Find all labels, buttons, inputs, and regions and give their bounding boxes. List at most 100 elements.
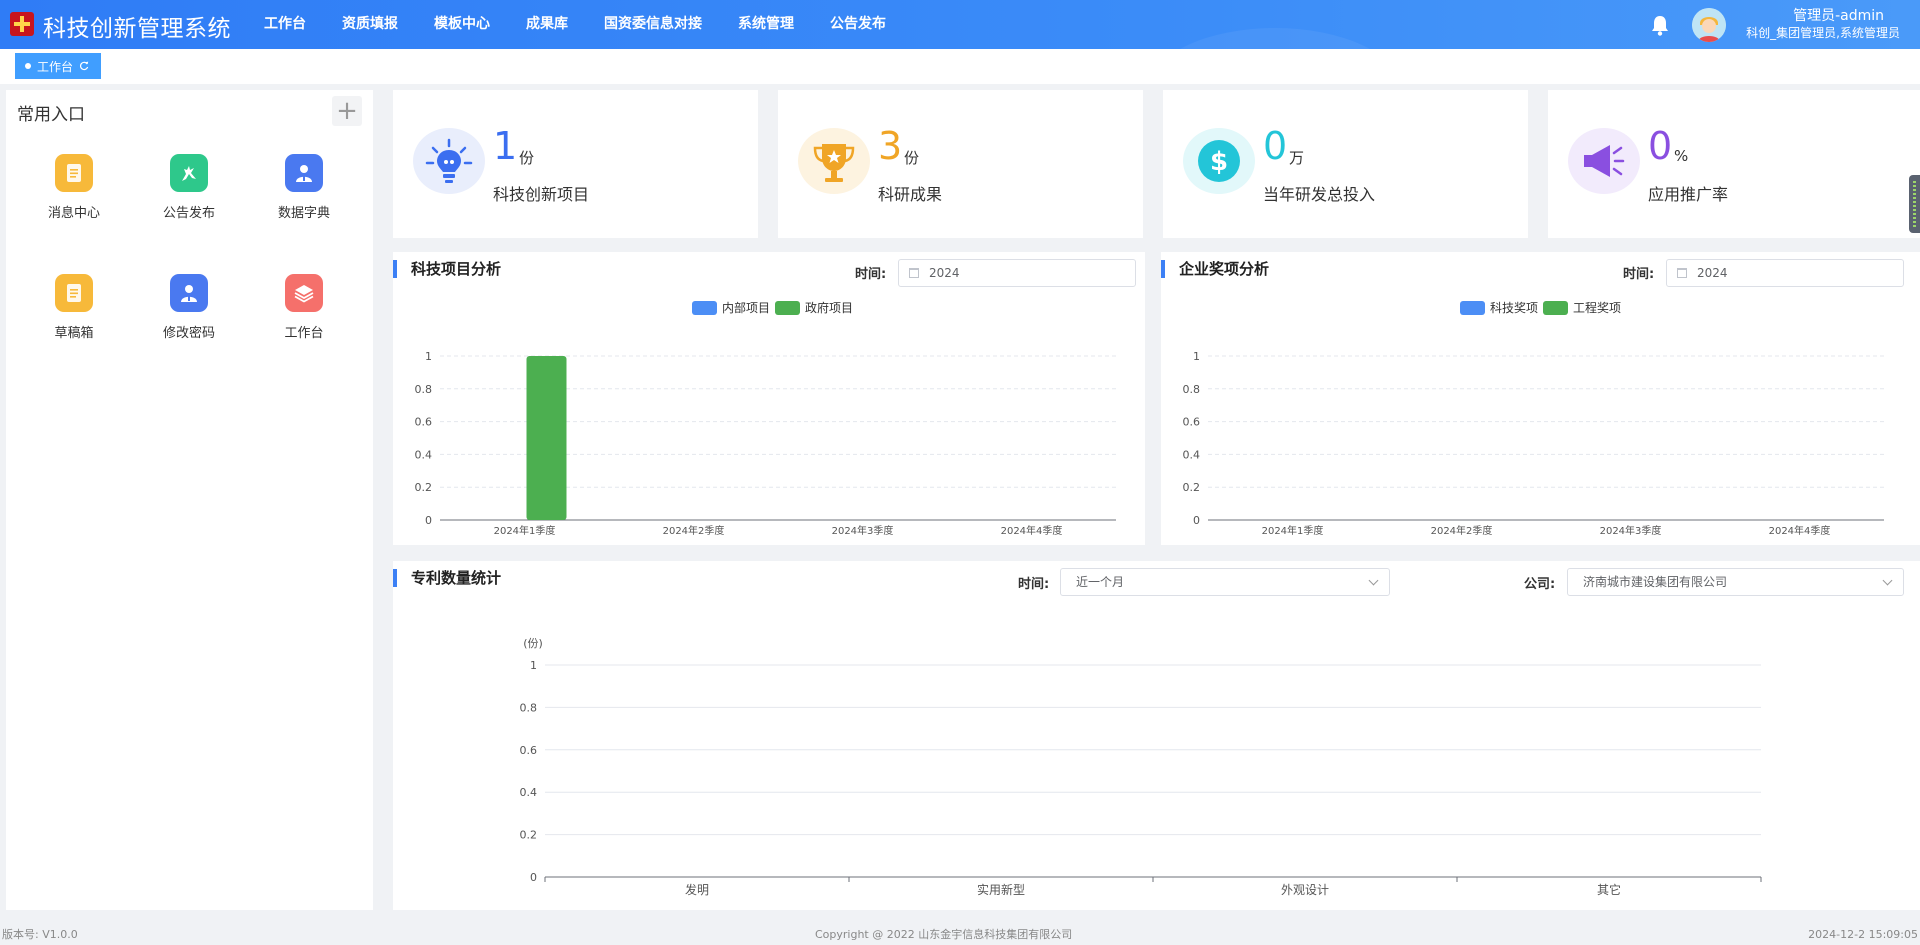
avatar[interactable] <box>1692 8 1726 42</box>
layers-icon <box>285 274 323 312</box>
user-role: 科创_集团管理员,系统管理员 <box>1746 26 1900 40</box>
lightbulb-icon <box>413 128 485 194</box>
stat-label: 科研成果 <box>878 185 943 204</box>
stat-value: 0 <box>1263 124 1288 168</box>
shortcut-drafts[interactable]: 草稿箱 <box>24 274 124 341</box>
nav-announcements[interactable]: 公告发布 <box>812 0 904 49</box>
megaphone-icon <box>1568 128 1640 194</box>
y-tick-label: 0.6 <box>415 416 433 429</box>
stat-value: 3 <box>878 124 903 168</box>
project-bar-chart: 0 0.2 0.4 0.6 0.8 1 2024年1季度 2024年2季度 2024年3季度 20… <box>415 300 1116 537</box>
svg-text:$: $ <box>1210 147 1228 177</box>
x-tick-label: 发明 <box>685 882 709 897</box>
legend-swatch <box>692 301 717 315</box>
nav-sasac[interactable]: 国资委信息对接 <box>586 0 720 49</box>
y-tick-label: 1 <box>425 350 432 363</box>
datetime-text: 2024-12-2 15:09:05 <box>1808 928 1918 941</box>
project-analysis-card: 科技项目分析 时间: 2024 0 0.2 0.4 0.6 0.8 1 2024年1季度 20… <box>393 252 1145 545</box>
legend-label: 工程奖项 <box>1573 300 1621 315</box>
top-header: 科技创新管理系统 工作台 资质填报 模板中心 成果库 国资委信息对接 系统管理 … <box>0 0 1920 49</box>
stat-unit: 份 <box>904 149 920 167</box>
copyright-text: Copyright @ 2022 山东金宇信息科技集团有限公司 <box>815 928 1073 941</box>
active-dot-icon <box>25 63 31 69</box>
stat-value: 0 <box>1648 124 1673 168</box>
shortcut-label: 公告发布 <box>162 206 215 221</box>
nav-system[interactable]: 系统管理 <box>720 0 812 49</box>
x-tick-label: 2024年2季度 <box>1431 524 1493 537</box>
legend-swatch <box>1460 301 1485 315</box>
stat-label: 科技创新项目 <box>493 185 590 204</box>
side-drawer-handle[interactable] <box>1909 175 1920 233</box>
dollar-icon: $ <box>1183 128 1255 194</box>
shortcut-announcement[interactable]: 公告发布 <box>139 154 239 221</box>
y-tick-label: 0.8 <box>520 701 538 714</box>
y-tick-label: 0.4 <box>415 448 433 461</box>
stat-card-promotion: 0 % 应用推广率 <box>1548 90 1920 238</box>
legend-label: 政府项目 <box>805 300 853 315</box>
stat-card-investment: $ 0 万 当年研发总投入 <box>1163 90 1528 238</box>
stat-unit: 万 <box>1289 149 1305 167</box>
main-nav: 工作台 资质填报 模板中心 成果库 国资委信息对接 系统管理 公告发布 <box>246 0 904 49</box>
nav-workbench[interactable]: 工作台 <box>246 0 324 49</box>
tab-label: 工作台 <box>37 59 74 74</box>
award-analysis-card: 企业奖项分析 时间: 2024 0 0.2 0.4 0.6 0.8 1 2024年1季度 20… <box>1161 252 1920 545</box>
user-info[interactable]: 管理员-admin 科创_集团管理员,系统管理员 <box>1746 8 1900 42</box>
x-tick-label: 2024年1季度 <box>1262 524 1324 537</box>
shortcut-label: 数据字典 <box>277 206 330 221</box>
deer-icon <box>170 154 208 192</box>
nav-templates[interactable]: 模板中心 <box>416 0 508 49</box>
y-tick-label: 1 <box>1193 350 1200 363</box>
y-tick-label: 0.4 <box>520 786 538 799</box>
legend-label: 科技奖项 <box>1490 301 1538 315</box>
shortcut-workbench[interactable]: 工作台 <box>254 274 354 341</box>
legend-label: 内部项目 <box>722 300 770 315</box>
nav-qualification[interactable]: 资质填报 <box>324 0 416 49</box>
tab-bar: 工作台 <box>0 49 1920 84</box>
user-card-icon <box>170 274 208 312</box>
y-tick-label: 0.2 <box>1183 481 1201 494</box>
y-axis-label: (份) <box>523 637 543 650</box>
shortcuts-title: 常用入口 <box>17 105 85 125</box>
document-icon <box>55 154 93 192</box>
logo-icon <box>10 12 34 36</box>
user-card-icon <box>285 154 323 192</box>
x-tick-label: 2024年4季度 <box>1001 524 1063 537</box>
bell-icon[interactable] <box>1650 14 1670 36</box>
y-tick-label: 0.6 <box>1183 416 1201 429</box>
shortcut-label: 草稿箱 <box>54 326 94 341</box>
y-tick-label: 0.2 <box>520 829 538 842</box>
legend-swatch <box>775 301 800 315</box>
y-tick-label: 0.4 <box>1183 448 1201 461</box>
x-tick-label: 2024年1季度 <box>494 524 556 537</box>
stat-unit: % <box>1674 147 1689 165</box>
bar <box>526 356 567 520</box>
shortcut-data-dictionary[interactable]: 数据字典 <box>254 154 354 221</box>
trophy-icon <box>798 128 870 194</box>
y-tick-label: 0.8 <box>415 383 433 396</box>
stat-label: 当年研发总投入 <box>1263 185 1376 204</box>
stat-label: 应用推广率 <box>1648 185 1729 204</box>
app-title: 科技创新管理系统 <box>43 16 231 42</box>
shortcut-message-center[interactable]: 消息中心 <box>24 154 124 221</box>
shortcut-change-password[interactable]: 修改密码 <box>139 274 239 341</box>
shortcut-label: 工作台 <box>284 326 324 341</box>
x-tick-label: 外观设计 <box>1281 883 1329 897</box>
refresh-icon[interactable] <box>79 61 89 71</box>
patent-stats-card: 专利数量统计 时间: 近一个月 公司: 济南城市建设集团有限公司 0 0.2 0.4… <box>393 561 1920 910</box>
nav-achievements[interactable]: 成果库 <box>508 0 586 49</box>
stat-unit: 份 <box>519 149 535 167</box>
x-tick-label: 2024年2季度 <box>663 524 725 537</box>
y-tick-label: 0.8 <box>1183 383 1201 396</box>
add-shortcut-button[interactable]: + <box>332 96 362 126</box>
stat-value: 1 <box>493 124 518 168</box>
legend-swatch <box>1543 301 1568 315</box>
patent-bar-chart: 0 0.2 0.4 0.6 0.8 1 (份) 发明 实用新型 外观设计 其它 <box>520 637 1762 897</box>
tab-workbench[interactable]: 工作台 <box>15 53 102 79</box>
x-tick-label: 实用新型 <box>977 882 1025 897</box>
y-tick-label: 1 <box>530 659 537 672</box>
award-bar-chart: 0 0.2 0.4 0.6 0.8 1 2024年1季度 2024年2季度 2024年3季度 20… <box>1183 300 1884 537</box>
y-tick-label: 0.2 <box>415 481 433 494</box>
y-tick-label: 0 <box>425 514 432 527</box>
x-tick-label: 其它 <box>1597 882 1621 897</box>
stat-card-projects: 1 份 科技创新项目 <box>393 90 758 238</box>
